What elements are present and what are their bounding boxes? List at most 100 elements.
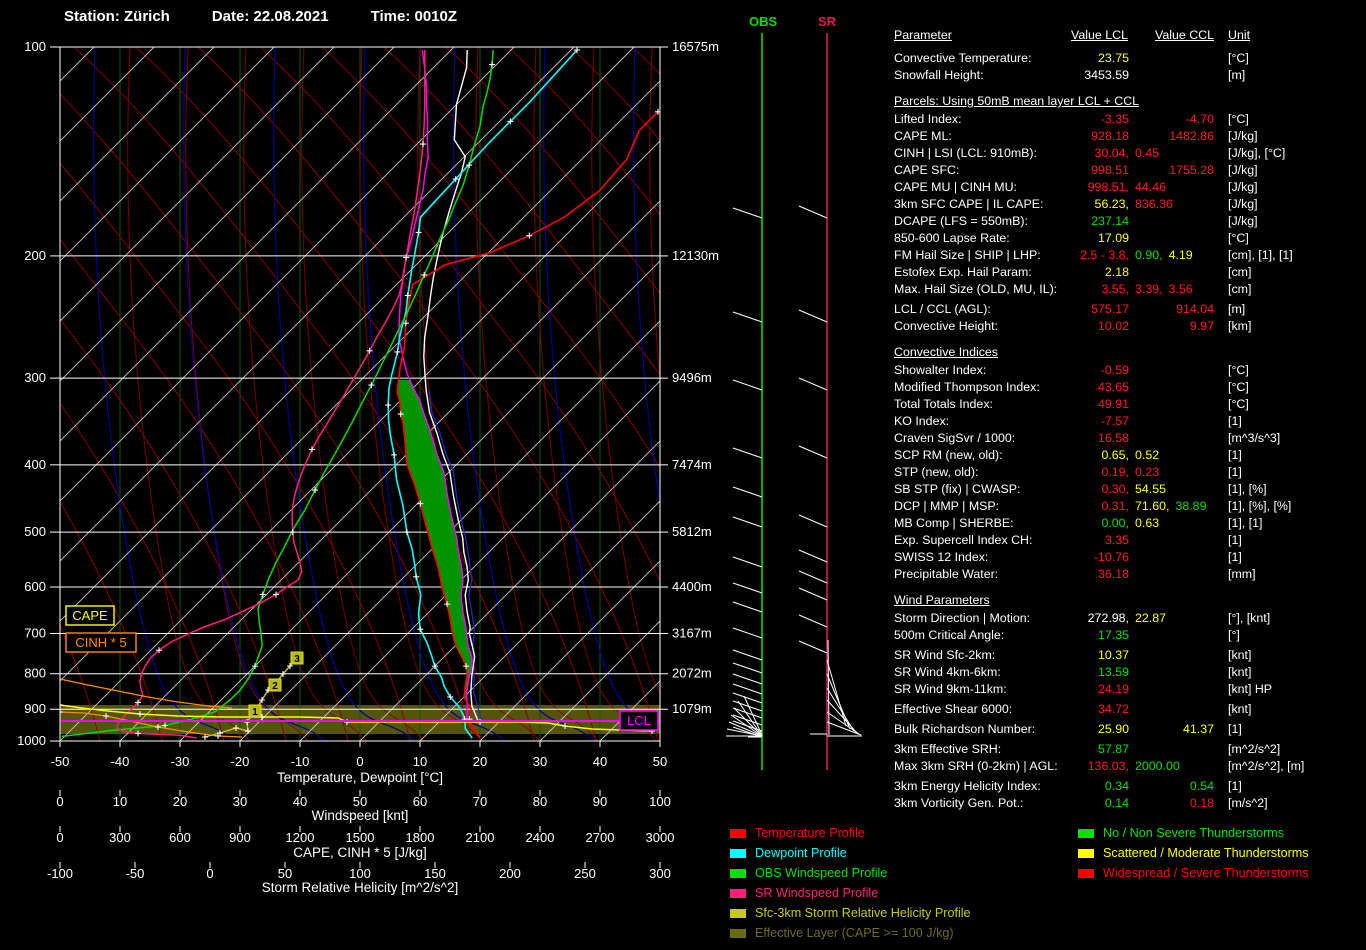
table-row: Showalter Index:-0.59[°C] bbox=[894, 362, 1366, 379]
temp-tick-label: -10 bbox=[291, 754, 310, 769]
param-label: Showalter Index: bbox=[894, 362, 986, 379]
temp-tick-label: 10 bbox=[413, 754, 427, 769]
parameter-table-body: Convective Temperature:23.75[°C]Snowfall… bbox=[894, 50, 1366, 812]
param-value-extra: 22.87 bbox=[1135, 610, 1172, 627]
wind-tick-label: 80 bbox=[533, 794, 547, 809]
cinh-profile-badge: CINH * 5 bbox=[66, 633, 136, 652]
param-unit: [°C] bbox=[1228, 379, 1249, 396]
axes: 10016575m20012130m3009496m4007474m500581… bbox=[17, 39, 719, 881]
pressure-tick-label: 200 bbox=[24, 248, 46, 263]
legend-label: Dewpoint Profile bbox=[755, 846, 847, 860]
param-value-lcl: 0.65, bbox=[989, 447, 1129, 464]
param-label: DCP | MMP | MSP: bbox=[894, 498, 999, 515]
param-value-lcl: 0.19, bbox=[989, 464, 1129, 481]
svg-text:LCL: LCL bbox=[627, 713, 651, 728]
legend-item: Scattered / Moderate Thunderstorms bbox=[1078, 843, 1309, 863]
sr-wind-barb bbox=[799, 206, 827, 218]
legend-item: Sfc-3km Storm Relative Helicity Profile bbox=[730, 903, 971, 923]
temp-tick-label: -30 bbox=[171, 754, 190, 769]
param-value-segment: 836.36 bbox=[1135, 197, 1173, 211]
param-value-ccl: 9.97 bbox=[1136, 318, 1214, 335]
param-unit: [J/kg] bbox=[1228, 213, 1258, 230]
obs-wind-barb bbox=[733, 448, 762, 458]
param-value-lcl: 56.23, bbox=[989, 196, 1129, 213]
param-value-segment: 0.90, bbox=[1135, 248, 1163, 262]
col-header-unit: Unit bbox=[1228, 28, 1250, 42]
param-value-segment: 71.60, bbox=[1135, 499, 1169, 513]
param-value-ccl: 914.04 bbox=[1136, 301, 1214, 318]
legend-item: Temperature Profile bbox=[730, 823, 971, 843]
param-value-segment: 54.55 bbox=[1135, 482, 1166, 496]
sr-wind-barb bbox=[799, 446, 827, 458]
legend-item: SR Windspeed Profile bbox=[730, 883, 971, 903]
temp-tick-label: 0 bbox=[356, 754, 363, 769]
table-row: Convective Temperature:23.75[°C] bbox=[894, 50, 1366, 67]
param-value-segment: 3.56 bbox=[1169, 282, 1193, 296]
legend-label: Widespread / Severe Thunderstorms bbox=[1103, 866, 1309, 880]
param-label: CAPE ML: bbox=[894, 128, 952, 145]
table-row: SCP RM (new, old):0.65,0.52[1] bbox=[894, 447, 1366, 464]
legend-swatch-icon bbox=[730, 909, 746, 918]
legend-item: Dewpoint Profile bbox=[730, 843, 971, 863]
obs-wind-barb bbox=[733, 312, 762, 322]
param-value-lcl: 17.35 bbox=[989, 627, 1129, 644]
obs-wind-barb bbox=[733, 628, 762, 638]
param-value-lcl: 2.5 - 3.8, bbox=[989, 247, 1129, 264]
col-header-value-lcl: Value LCL bbox=[1050, 28, 1128, 42]
table-row: MB Comp | SHERBE:0.00,0.63[1], [1] bbox=[894, 515, 1366, 532]
temp-tick-label: 20 bbox=[473, 754, 487, 769]
param-value-lcl: 49.91 bbox=[989, 396, 1129, 413]
temp-tick-label: 40 bbox=[593, 754, 607, 769]
temp-tick-label: -20 bbox=[231, 754, 250, 769]
cape-tick-label: 2700 bbox=[586, 830, 615, 845]
table-row: Convective Height:10.029.97[km] bbox=[894, 318, 1366, 335]
param-value-lcl: 23.75 bbox=[989, 50, 1129, 67]
wind-tick-label: 0 bbox=[56, 794, 63, 809]
table-section-header: Parcels: Using 50mB mean layer LCL + CCL bbox=[894, 93, 1366, 110]
svg-text:3: 3 bbox=[294, 654, 300, 665]
srh-tick-label: 100 bbox=[349, 866, 371, 881]
obs-wind-barb bbox=[733, 602, 762, 612]
legend-item: Effective Layer (CAPE >= 100 J/kg) bbox=[730, 923, 971, 943]
wind-axis-label: Windspeed [knt] bbox=[312, 808, 409, 823]
param-label: Lifted Index: bbox=[894, 111, 962, 128]
param-value-ccl: 1482.86 bbox=[1136, 128, 1214, 145]
cape-tick-label: 600 bbox=[169, 830, 191, 845]
parameter-table: Parameter Value LCL Value CCL Unit Conve… bbox=[894, 28, 1366, 812]
table-row: 3km Energy Helicity Index:0.340.54[1] bbox=[894, 778, 1366, 795]
param-value-extra: 0.90,4.19 bbox=[1135, 247, 1199, 264]
param-value-segment: 44.46 bbox=[1135, 180, 1166, 194]
param-unit: [°C] bbox=[1228, 50, 1249, 67]
table-row: SB STP (fix) | CWASP:0.30,54.55[1], [%] bbox=[894, 481, 1366, 498]
param-value-lcl: 34.72 bbox=[989, 701, 1129, 718]
sr-windspeed-profile-curve bbox=[117, 50, 425, 738]
param-label: KO Index: bbox=[894, 413, 949, 430]
param-label: Precipitable Water: bbox=[894, 566, 998, 583]
table-row: Total Totals Index:49.91[°C] bbox=[894, 396, 1366, 413]
param-unit: [J/kg] bbox=[1228, 128, 1258, 145]
cape-tick-label: 0 bbox=[56, 830, 63, 845]
table-row: Craven SigSvr / 1000:16.58[m^3/s^3] bbox=[894, 430, 1366, 447]
altitude-label: 5812m bbox=[672, 524, 712, 539]
table-section-header: Wind Parameters bbox=[894, 592, 1366, 609]
col-header-value-ccl: Value CCL bbox=[1136, 28, 1214, 42]
param-value-lcl: -0.59 bbox=[989, 362, 1129, 379]
legend-label: Effective Layer (CAPE >= 100 J/kg) bbox=[755, 926, 954, 940]
param-label: LCL / CCL (AGL): bbox=[894, 301, 991, 318]
altitude-label: 16575m bbox=[672, 39, 719, 54]
param-unit: [J/kg] bbox=[1228, 179, 1258, 196]
legend-label: SR Windspeed Profile bbox=[755, 886, 878, 900]
param-value-lcl: 10.37 bbox=[989, 647, 1129, 664]
cape-axis-label: CAPE, CINH * 5 [J/kg] bbox=[293, 845, 427, 860]
param-value-segment: 0.52 bbox=[1135, 448, 1159, 462]
table-row: Bulk Richardson Number:25.9041.37[1] bbox=[894, 721, 1366, 738]
param-unit: [1] bbox=[1228, 549, 1242, 566]
altitude-label: 12130m bbox=[672, 248, 719, 263]
table-row: Modified Thompson Index:43.65[°C] bbox=[894, 379, 1366, 396]
cape-tick-label: 1800 bbox=[406, 830, 435, 845]
param-label: SCP RM (new, old): bbox=[894, 447, 1003, 464]
param-value-lcl: 3453.59 bbox=[989, 67, 1129, 84]
table-row: 850-600 Lapse Rate:17.09[°C] bbox=[894, 230, 1366, 247]
table-row: DCP | MMP | MSP:0.31,71.60,38.89[1], [%]… bbox=[894, 498, 1366, 515]
cape-tick-label: 1200 bbox=[286, 830, 315, 845]
